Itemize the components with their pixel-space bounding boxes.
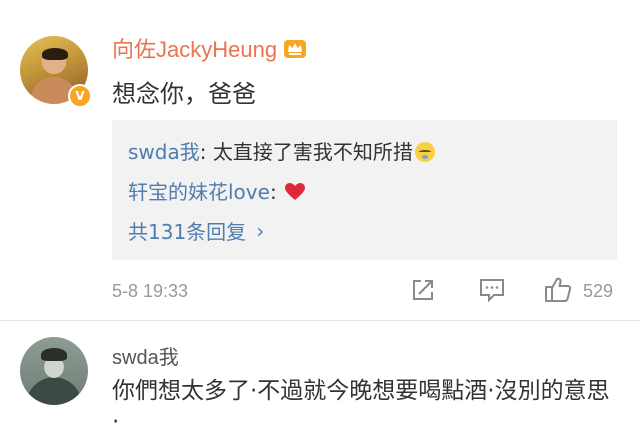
chevron-right-icon: ›	[256, 218, 265, 243]
comment-timestamp: 5-8 19:33	[112, 281, 189, 301]
divider	[0, 320, 640, 321]
avatar-photo	[20, 337, 88, 405]
red-heart-icon	[285, 183, 306, 200]
more-replies-label: 共131条回复	[128, 220, 247, 244]
reply-separator: :	[199, 140, 213, 164]
reply-separator: :	[269, 180, 284, 204]
reply-item[interactable]: swda我: 太直接了害我不知所措	[128, 136, 435, 165]
like-count: 529	[583, 281, 614, 301]
reply-text: 太直接了害我不知所措	[212, 140, 413, 164]
verified-badge-icon: V	[68, 84, 92, 108]
avatar-jackyheung[interactable]: V	[20, 36, 92, 108]
thumbs-up-icon[interactable]	[544, 275, 572, 303]
comment-text: 想念你，爸爸	[112, 80, 256, 108]
comment-icon[interactable]	[478, 277, 506, 303]
reply-box[interactable]: swda我: 太直接了害我不知所措 轩宝的妹花love: 共131条回复 ›	[112, 120, 617, 260]
reply-item[interactable]: 轩宝的妹花love:	[128, 176, 306, 205]
comment-meta-row: 5-8 19:33 529	[112, 275, 622, 309]
more-replies-link[interactable]: 共131条回复 ›	[128, 216, 264, 245]
sleepy-face-emoji-icon	[414, 142, 435, 162]
comment-author-name[interactable]: swda我	[112, 341, 179, 370]
comment-text: 你們想太多了·不過就今晚想要喝點酒·沒別的意思·	[112, 378, 610, 435]
share-icon[interactable]	[410, 277, 436, 303]
comment-author-name[interactable]: 向佐JackyHeung	[112, 32, 277, 64]
comment-author-row: 向佐JackyHeung	[112, 33, 307, 63]
avatar-swda[interactable]	[20, 337, 88, 405]
reply-username[interactable]: 轩宝的妹花love	[128, 180, 270, 204]
crown-icon	[284, 40, 307, 58]
reply-username[interactable]: swda我	[128, 140, 200, 164]
